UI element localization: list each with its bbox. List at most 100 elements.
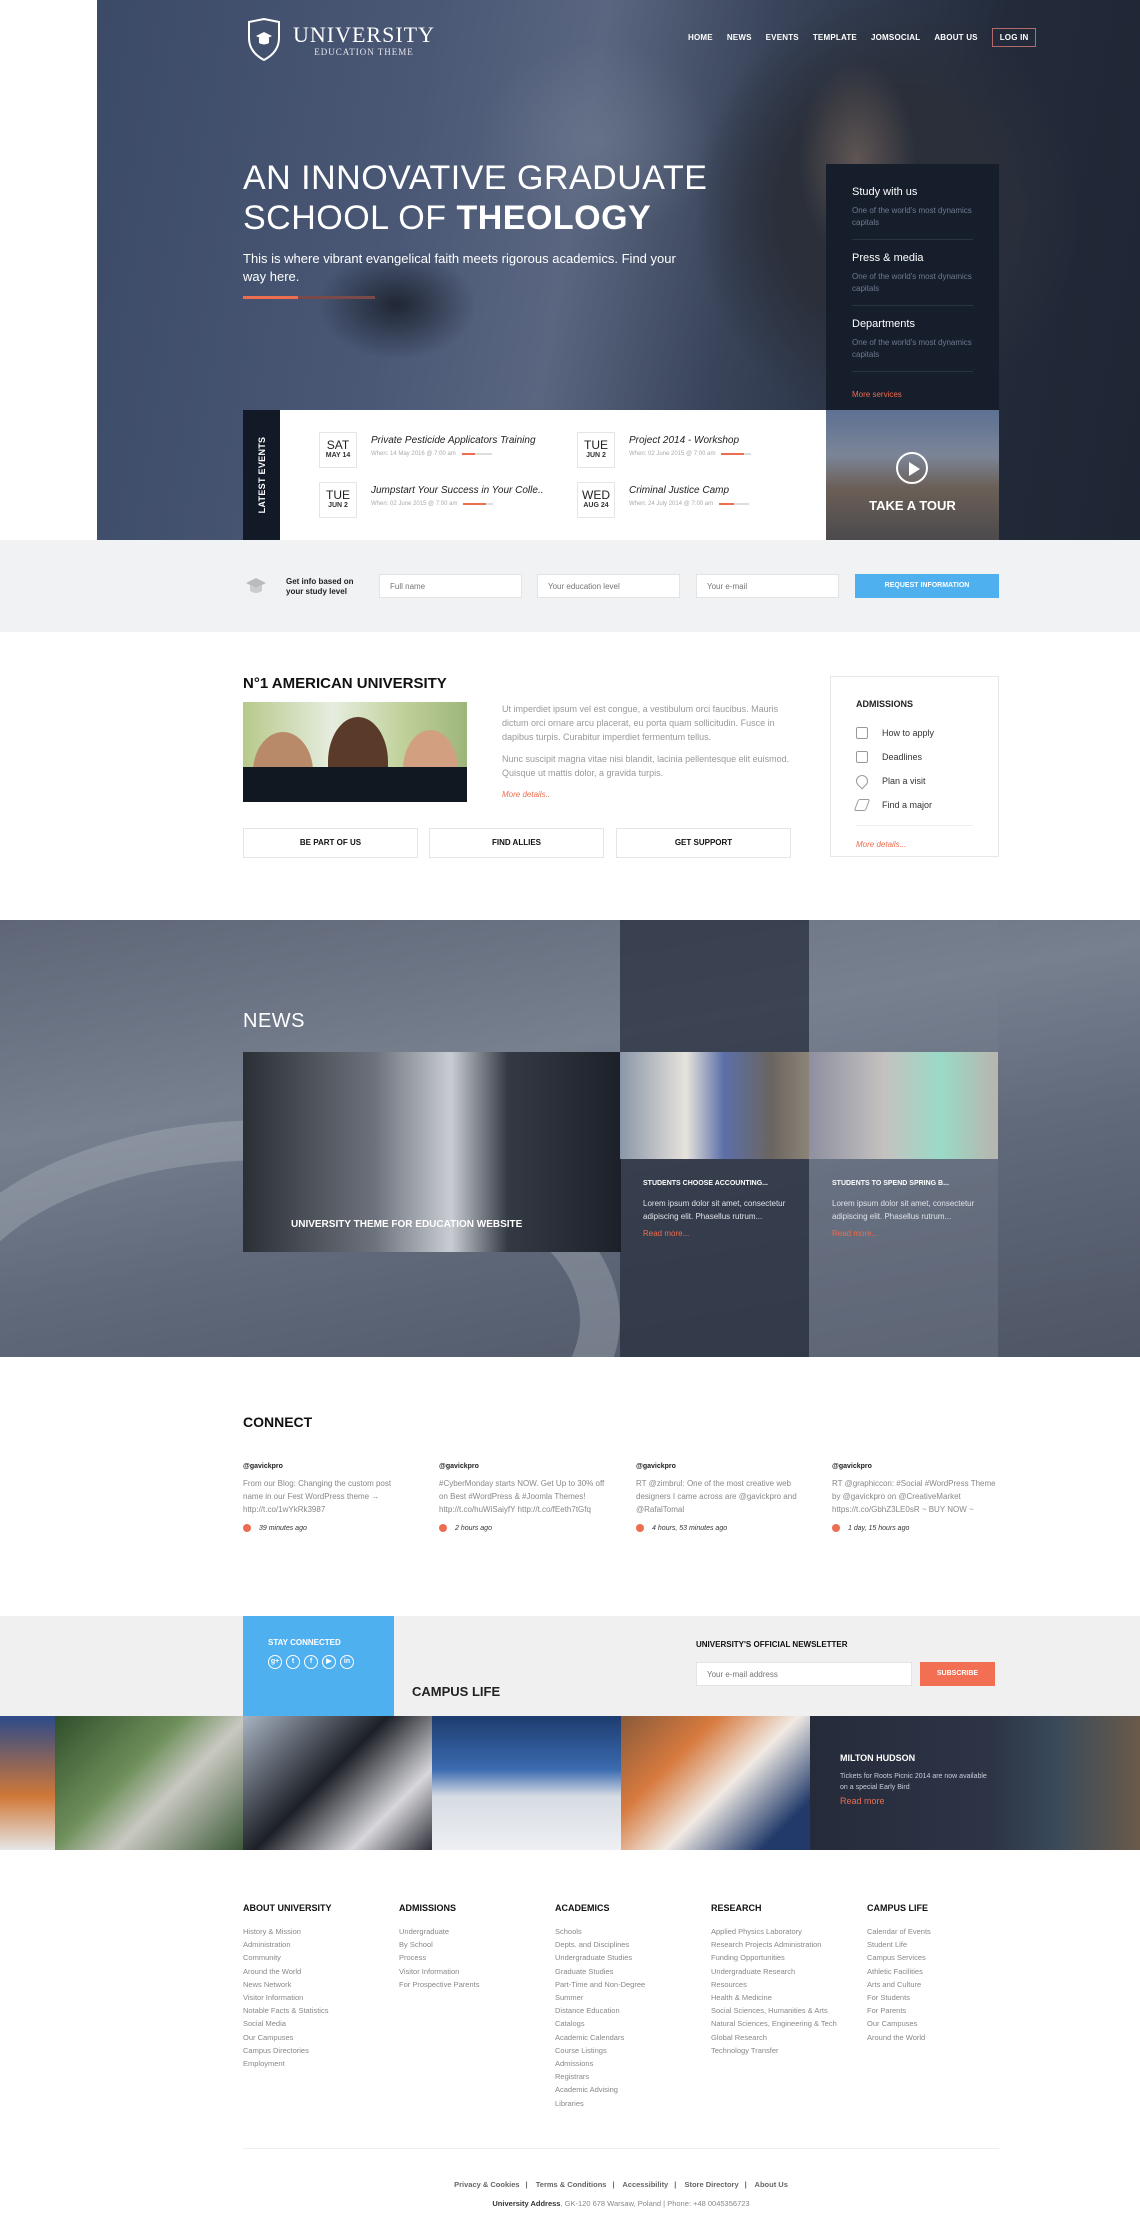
footer-link[interactable]: Campus Services [867,1951,1017,1964]
footer-link[interactable]: Distance Education [555,2004,705,2017]
footer-link[interactable]: Catalogs [555,2017,705,2030]
footer-link[interactable]: Process [399,1951,549,1964]
admissions-more-link[interactable]: More details... [856,840,906,849]
nav-news[interactable]: NEWS [727,33,752,42]
news-read-more[interactable]: Read more... [832,1229,982,1238]
footer-link[interactable]: Depts. and Disciplines [555,1938,705,1951]
footer-link[interactable]: Student Life [867,1938,1017,1951]
event-item[interactable]: SAT MAY 14 Private Pesticide Applicators … [319,432,536,468]
footer-link[interactable]: Natural Sciences, Engineering & Tech [711,2017,861,2030]
tweet-user[interactable]: @gavickpro [636,1463,806,1470]
service-departments[interactable]: Departments One of the world's most dyna… [852,318,973,372]
footer-link[interactable]: For Prospective Parents [399,1978,549,1991]
footer-link[interactable]: Funding Opportunities [711,1951,861,1964]
footer-link[interactable]: Health & Medicine [711,1991,861,2004]
footer-link[interactable]: Arts and Culture [867,1978,1017,1991]
footer-link[interactable]: Schools [555,1925,705,1938]
education-level-input[interactable] [537,574,680,598]
campus-photo-baseball[interactable] [621,1716,810,1850]
footer-link[interactable]: Campus Directories [243,2044,393,2057]
footer-link[interactable]: Global Research [711,2031,861,2044]
footer-link[interactable]: Social Media [243,2017,393,2030]
login-button[interactable]: LOG IN [991,28,1037,47]
news-item-title[interactable]: STUDENTS TO SPEND SPRING B... [832,1180,982,1187]
service-study[interactable]: Study with us One of the world's most dy… [852,186,973,240]
footer-link[interactable]: History & Mission [243,1925,393,1938]
facebook-icon[interactable]: f [304,1655,318,1669]
linkedin-icon[interactable]: in [340,1655,354,1669]
about-more-link[interactable]: More details.. [502,790,550,799]
footer-link[interactable]: For Students [867,1991,1017,2004]
full-name-input[interactable] [379,574,522,598]
news-item-title[interactable]: STUDENTS CHOOSE ACCOUNTING... [643,1180,793,1187]
footer-link[interactable]: Part-Time and Non-Degree [555,1978,705,1991]
tweet-user[interactable]: @gavickpro [439,1463,609,1470]
privacy-link[interactable]: Privacy & Cookies [454,2180,519,2189]
footer-link[interactable]: Undergraduate Research [711,1965,861,1978]
footer-link[interactable]: Social Sciences, Humanities & Arts [711,2004,861,2017]
footer-link[interactable]: Calendar of Events [867,1925,1017,1938]
footer-link[interactable]: Admissions [555,2057,705,2070]
event-title[interactable]: Project 2014 - Workshop [629,435,751,446]
news-featured[interactable]: UNIVERSITY THEME FOR EDUCATION WEBSITE [243,1052,621,1252]
newsletter-email-input[interactable] [696,1662,912,1686]
footer-link[interactable]: Resources [711,1978,861,1991]
event-title[interactable]: Private Pesticide Applicators Training [371,435,536,446]
footer-link[interactable]: Community [243,1951,393,1964]
footer-link[interactable]: For Parents [867,2004,1017,2017]
footer-link[interactable]: Research Projects Administration [711,1938,861,1951]
footer-link[interactable]: Undergraduate [399,1925,549,1938]
footer-link[interactable]: Around the World [867,2031,1017,2044]
footer-link[interactable]: Athletic Facilities [867,1965,1017,1978]
news-image-accounting[interactable] [620,1052,809,1159]
be-part-of-us-button[interactable]: BE PART OF US [243,828,418,858]
footer-link[interactable]: Administration [243,1938,393,1951]
more-services-link[interactable]: More services [852,390,902,399]
news-read-more[interactable]: Read more... [643,1229,793,1238]
nav-events[interactable]: EVENTS [766,33,799,42]
google-plus-icon[interactable]: g+ [268,1655,282,1669]
footer-link[interactable]: Undergraduate Studies [555,1951,705,1964]
footer-link[interactable]: Academic Calendars [555,2031,705,2044]
footer-link[interactable]: Visitor Information [399,1965,549,1978]
admissions-find-major[interactable]: Find a major [853,793,973,817]
footer-link[interactable]: Graduate Studies [555,1965,705,1978]
youtube-icon[interactable]: ▶ [322,1655,336,1669]
nav-template[interactable]: TEMPLATE [813,33,857,42]
footer-link[interactable]: Registrars [555,2070,705,2083]
tweet-user[interactable]: @gavickpro [832,1463,1002,1470]
news-image-spring[interactable] [809,1052,998,1159]
event-title[interactable]: Criminal Justice Camp [629,485,749,496]
terms-link[interactable]: Terms & Conditions [536,2180,607,2189]
request-information-button[interactable]: REQUEST INFORMATION [855,574,999,598]
footer-link[interactable]: Summer [555,1991,705,2004]
event-item[interactable]: WED AUG 24 Criminal Justice Camp When: 24… [577,482,750,518]
event-item[interactable]: TUE JUN 2 Project 2014 - Workshop When: 0… [577,432,752,468]
footer-link[interactable]: Employment [243,2057,393,2070]
footer-link[interactable]: Libraries [555,2097,705,2110]
nav-about-us[interactable]: ABOUT US [934,33,977,42]
play-icon[interactable] [896,452,928,484]
campus-photo-yoga[interactable] [55,1716,243,1850]
footer-link[interactable]: By School [399,1938,549,1951]
service-press[interactable]: Press & media One of the world's most dy… [852,252,973,306]
footer-link[interactable]: Our Campuses [243,2031,393,2044]
take-a-tour[interactable]: TAKE A TOUR [826,410,999,540]
news-featured-title[interactable]: UNIVERSITY THEME FOR EDUCATION WEBSITE [291,1219,522,1230]
nav-home[interactable]: HOME [688,33,713,42]
admissions-deadlines[interactable]: Deadlines [856,745,973,769]
campus-photo-running[interactable] [0,1716,55,1850]
admissions-how-to-apply[interactable]: How to apply [856,721,973,745]
footer-link[interactable]: Our Campuses [867,2017,1017,2030]
get-support-button[interactable]: GET SUPPORT [616,828,791,858]
admissions-plan-visit[interactable]: Plan a visit [853,769,973,793]
campus-read-more[interactable]: Read more [840,1796,990,1806]
footer-link[interactable]: Applied Physics Laboratory [711,1925,861,1938]
footer-link[interactable]: Academic Advising [555,2083,705,2096]
event-title[interactable]: Jumpstart Your Success in Your Colle.. [371,485,544,496]
twitter-icon[interactable]: t [286,1655,300,1669]
accessibility-link[interactable]: Accessibility [622,2180,668,2189]
footer-link[interactable]: Course Listings [555,2044,705,2057]
campus-photo-handball[interactable] [243,1716,432,1850]
find-allies-button[interactable]: FIND ALLIES [429,828,604,858]
